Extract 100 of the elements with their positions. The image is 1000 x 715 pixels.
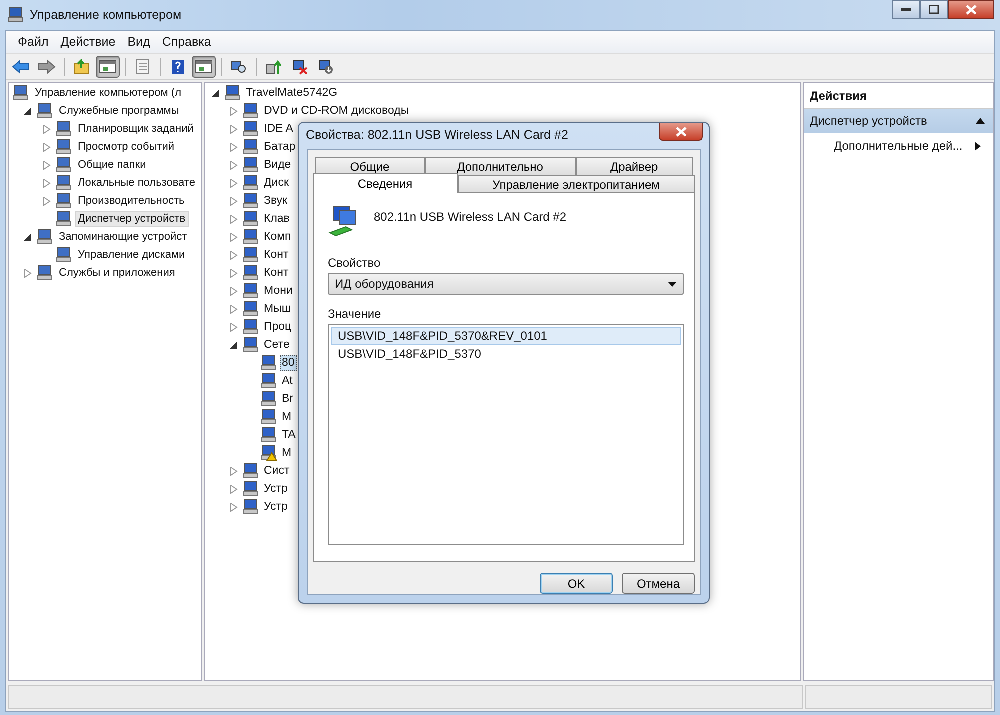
device-tree-item[interactable]: Конт [262,265,291,281]
section-title: Диспетчер устройств [810,114,928,128]
minimize-button[interactable] [892,0,920,19]
device-tree-item[interactable]: TA [280,427,298,443]
tree-item[interactable]: Управление дисками [75,247,188,263]
device-tree-item[interactable]: TravelMate5742G [244,85,340,101]
device-tree-item[interactable]: Виде [262,157,294,173]
device-tree-item[interactable]: Проц [262,319,294,335]
action-link[interactable]: Дополнительные дей... [834,139,963,153]
computer-icon [243,247,259,263]
toolbar-button[interactable] [96,56,120,78]
computer-icon [56,121,72,137]
menu-item[interactable]: Действие [54,33,122,51]
tree-item[interactable]: Локальные пользовате [75,175,198,191]
computer-icon [243,283,259,299]
device-tree-item[interactable]: Сист [262,463,292,479]
computer-icon [243,301,259,317]
device-name: 802.11n USB Wireless LAN Card #2 [374,209,567,224]
menu-item[interactable]: Файл [12,33,55,51]
expander-icon[interactable] [24,232,32,242]
ok-button[interactable]: OK [540,573,613,594]
collapse-arrow-icon[interactable] [976,118,985,124]
help-icon [169,58,187,74]
computer-icon [243,265,259,281]
folder-up-icon [73,58,91,74]
device-tree-item[interactable]: Устр [262,481,290,497]
tree-item[interactable]: Управление компьютером (л [32,85,184,101]
back-arrow-icon [12,58,30,74]
device-tree-item[interactable]: Клав [262,211,292,227]
scan-icon [230,58,248,74]
expander-icon[interactable] [212,88,220,98]
device-tree-item[interactable]: Диск [262,175,291,191]
device-tree-item[interactable]: At [280,373,295,389]
computer-icon [243,175,259,191]
menu-item[interactable]: Вид [122,33,156,51]
computer-icon [56,175,72,191]
tree-item[interactable]: Планировщик заданий [75,121,197,137]
actions-section[interactable]: Диспетчер устройств [804,109,993,133]
dialog-title: Свойства: 802.11n USB Wireless LAN Card #2 [306,128,568,142]
close-icon [676,126,686,136]
menu-item[interactable]: Справка [156,33,218,51]
tree-item[interactable]: Службы и приложения [56,265,178,281]
computer-icon [243,229,259,245]
computer-icon [243,211,259,227]
expander-icon[interactable] [24,106,32,116]
pane-icon [195,58,213,74]
maximize-button[interactable] [920,0,948,19]
computer-icon [243,193,259,209]
device-tree-item[interactable]: DVD и CD-ROM дисководы [262,103,412,119]
computer-icon [37,103,53,119]
device-tree-item[interactable]: Звук [262,193,290,209]
tree-item[interactable]: Производительность [75,193,188,209]
computer-icon [243,157,259,173]
device-tree-item[interactable]: Устр [262,499,290,515]
computer-icon [243,463,259,479]
computer-icon [243,103,259,119]
computer-icon [56,139,72,155]
close-button[interactable] [659,123,703,141]
computer-icon [225,85,241,101]
device-tree-item[interactable]: Конт [262,247,291,263]
device-tree-item[interactable]: M [280,409,294,425]
tree-item[interactable]: Диспетчер устройств [75,211,189,227]
computer-icon [243,139,259,155]
submenu-arrow-icon [975,142,981,150]
value-item[interactable]: USB\VID_148F&PID_5370&REV_0101 [331,327,681,345]
window-title: Управление компьютером [30,8,182,22]
update-icon [265,58,283,74]
computer-icon [56,193,72,209]
device-tree-item[interactable]: 80 [280,355,297,371]
cancel-button[interactable]: Отмена [622,573,695,594]
device-tree-item[interactable]: Мони [262,283,295,299]
device-tree-item[interactable]: Комп [262,229,294,245]
value-item[interactable]: USB\VID_148F&PID_5370 [331,345,681,363]
property-dropdown[interactable]: ИД оборудования [328,273,684,295]
device-tree-item[interactable]: M [280,445,294,461]
toolbar-button[interactable] [192,56,216,78]
computer-icon [243,319,259,335]
tree-item[interactable]: Общие папки [75,157,150,173]
computer-icon [243,121,259,137]
maximize-icon [929,5,939,14]
device-tree-item[interactable]: Br [280,391,296,407]
close-button[interactable] [948,0,994,19]
tree-item[interactable]: Просмотр событий [75,139,178,155]
sheet-icon [134,58,152,74]
tab[interactable]: Дополнительно [424,157,576,175]
close-icon [966,4,976,14]
tab[interactable]: Сведения [313,173,458,193]
tab[interactable]: Управление электропитанием [458,175,695,193]
device-tree-item[interactable]: Мыш [262,301,294,317]
pane-icon [99,58,117,74]
computer-icon [8,7,24,23]
tab[interactable]: Драйвер [576,157,693,175]
install-icon [317,58,335,74]
device-tree-item[interactable]: Батар [262,139,298,155]
tree-item[interactable]: Служебные программы [56,103,182,119]
tree-item[interactable]: Запоминающие устройст [56,229,190,245]
device-tree-item[interactable]: Сете [262,337,292,353]
expander-icon[interactable] [230,340,238,350]
device-tree-item[interactable]: IDE A [262,121,296,137]
minimize-icon [901,8,911,12]
